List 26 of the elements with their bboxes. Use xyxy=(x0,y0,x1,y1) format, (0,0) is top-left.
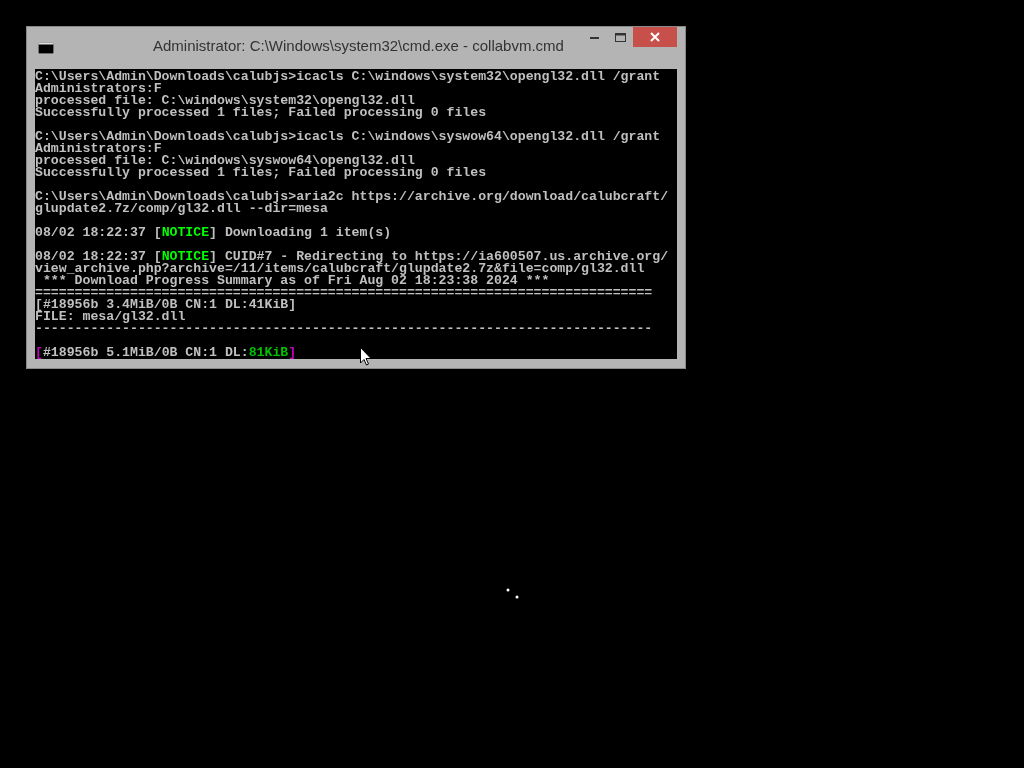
console-line: Successfully processed 1 files; Failed processing 0 files xyxy=(35,107,487,119)
console-line: C:\Users\Admin\Downloads\calubjs>icacls C:\windows\system32\opengl32.dll /grant xyxy=(35,71,661,83)
console-line: C:\Users\Admin\Downloads\calubjs>aria2c https://archive.org/download/calubcraft/ xyxy=(35,191,669,203)
console-line: 08/02 18:22:37 [NOTICE] Downloading 1 item(s) xyxy=(35,227,392,239)
console-line: C:\Users\Admin\Downloads\calubjs>icacls C:\windows\syswow64\opengl32.dll /grant xyxy=(35,131,661,143)
console-line: glupdate2.7z/comp/gl32.dll --dir=mesa xyxy=(35,203,328,215)
minimize-icon xyxy=(589,35,599,39)
console-line: [#18956b 3.4MiB/0B CN:1 DL:41KiB] xyxy=(35,299,297,311)
console-line: ------------------------------------------------------------------------------ xyxy=(35,323,653,335)
console-line: *** Download Progress Summary as of Fri Aug 02 18:23:38 2024 *** xyxy=(42,275,550,287)
console-line: processed file: C:\windows\system32\opengl32.dll xyxy=(35,95,415,107)
console-line: Administrators:F xyxy=(35,143,162,155)
console-icon xyxy=(38,42,54,54)
console-line: processed file: C:\windows\syswow64\opengl32.dll xyxy=(35,155,415,167)
maximize-icon xyxy=(614,32,626,42)
window-title: Administrator: C:\Windows\system32\cmd.exe - collabvm.cmd xyxy=(153,36,564,56)
console-line: view_archive.php?archive=/11/items/calubcraft/glupdate2.7z&file=comp/gl32.dll xyxy=(35,263,645,275)
console-line: Administrators:F xyxy=(35,83,162,95)
close-button[interactable] xyxy=(633,27,677,47)
loading-dots-icon xyxy=(506,588,520,600)
console-line: 08/02 18:22:37 [NOTICE] CUID#7 - Redirecting to https://ia600507.us.archive.org/ xyxy=(35,251,669,263)
console-line: ============================================================================== xyxy=(35,287,653,299)
console-line: [#18956b 5.1MiB/0B CN:1 DL:81KiB] xyxy=(35,347,297,359)
console-line: Successfully processed 1 files; Failed processing 0 files xyxy=(35,167,487,179)
console-line: FILE: mesa/gl32.dll xyxy=(35,311,186,323)
close-icon xyxy=(650,32,660,42)
